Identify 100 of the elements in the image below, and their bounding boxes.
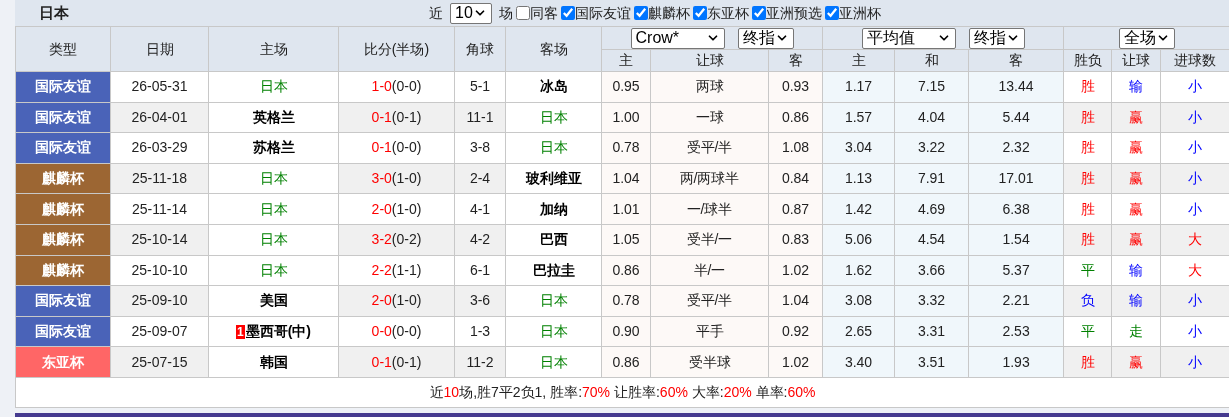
date-cell: 25-10-14 [110,224,209,256]
dropdown-select[interactable]: 全场 [1118,27,1175,49]
score-cell: 3-2(0-2) [338,224,455,256]
odds-cell: 1.62 [822,255,895,286]
odds-cell: 1.02 [768,346,823,378]
odds-cell: 3.22 [894,132,969,164]
odds-cell: 5.44 [968,102,1064,133]
odds-cell: 3.40 [822,346,895,378]
match-type-cell: 国际友谊 [15,71,111,103]
team-cell: 巴西 [505,224,602,256]
score-cell: 0-0(0-0) [338,316,455,347]
corners-cell: 1-3 [454,316,506,347]
odds-cell: 0.87 [768,193,823,225]
result-cell: 赢 [1111,102,1161,133]
odds-cell: 3.04 [822,132,895,164]
match-type-cell: 国际友谊 [15,285,111,317]
result-cell: 小 [1160,102,1229,133]
odds-cell: 1.08 [768,132,823,164]
card-count-badge: 1 [236,325,245,340]
team-cell: 英格兰 [208,102,339,133]
filter-label: 亚洲杯 [839,3,881,23]
odds-cell: 2.32 [968,132,1064,164]
column-header: 客场 [505,26,602,72]
odds-cell: 1.42 [822,193,895,225]
match-type-cell: 国际友谊 [15,316,111,347]
score-cell: 2-0(1-0) [338,193,455,225]
filter-checkbox[interactable] [516,6,530,20]
score-cell: 0-1(0-1) [338,102,455,133]
team-cell: 日本 [505,132,602,164]
odds-cell: 两/两球半 [650,163,769,194]
dropdown-select[interactable]: 终指 [968,27,1025,49]
date-cell: 25-11-18 [110,163,209,194]
odds-cell: 1.02 [768,255,823,286]
odds-cell: 5.37 [968,255,1064,286]
result-cell: 大 [1160,255,1229,286]
odds-cell: 3.66 [894,255,969,286]
filter-checkbox[interactable] [825,6,839,20]
date-cell: 26-05-31 [110,71,209,103]
summary-text: 近10场,胜7平2负1, 胜率:70% 让胜率:60% 大率:20% 单率:60% [429,383,816,400]
odds-cell: 5.06 [822,224,895,256]
odds-cell: 2.53 [968,316,1064,347]
odds-cell: 6.38 [968,193,1064,225]
odds-cell: 7.91 [894,163,969,194]
filter-checkbox[interactable] [693,6,707,20]
odds-cell: 7.15 [894,71,969,103]
column-header: 客 [768,49,823,72]
team-cell: 巴拉圭 [505,255,602,286]
column-header: 胜负 [1063,49,1112,72]
result-cell: 小 [1160,163,1229,194]
column-header: 主 [601,49,651,72]
date-cell: 25-10-10 [110,255,209,286]
odds-cell: 1.13 [822,163,895,194]
odds-cell: 3.31 [894,316,969,347]
result-cell: 走 [1111,316,1161,347]
score-cell: 3-0(1-0) [338,163,455,194]
date-cell: 25-11-14 [110,193,209,225]
odds-cell: 一/球半 [650,193,769,225]
dropdown-select[interactable]: 平均值 [861,27,956,49]
filter-checkbox[interactable] [752,6,766,20]
match-type-cell: 国际友谊 [15,132,111,164]
date-cell: 25-09-07 [110,316,209,347]
match-type-cell: 麒麟杯 [15,224,111,256]
dropdown-select[interactable]: Crow* [630,27,725,49]
team-cell: 日本 [505,316,602,347]
odds-cell: 受半/一 [650,224,769,256]
filter-checkbox[interactable] [634,6,648,20]
odds-cell: 0.83 [768,224,823,256]
team-cell: 日本 [208,224,339,256]
column-header: 客 [968,49,1064,72]
team-cell: 美国 [208,285,339,317]
odds-cell: 受平/半 [650,132,769,164]
odds-cell: 1.04 [601,163,651,194]
odds-cell: 17.01 [968,163,1064,194]
team-cell: 苏格兰 [208,132,339,164]
result-cell: 平 [1063,316,1112,347]
odds-cell: 1.57 [822,102,895,133]
dropdown-select[interactable]: 10 [450,2,492,24]
team-cell: 日本 [208,163,339,194]
score-cell: 2-0(1-0) [338,285,455,317]
corners-cell: 2-4 [454,163,506,194]
result-cell: 小 [1160,132,1229,164]
odds-cell: 3.32 [894,285,969,317]
column-header: 主场 [208,26,339,72]
odds-cell: 3.51 [894,346,969,378]
result-cell: 大 [1160,224,1229,256]
column-header: 比分(半场) [338,26,455,72]
result-cell: 胜 [1063,102,1112,133]
odds-cell: 1.93 [968,346,1064,378]
team-cell: 1墨西哥(中) [208,316,339,347]
filter-label: 麒麟杯 [648,3,690,23]
filter-checkbox[interactable] [561,6,575,20]
odds-cell: 2.65 [822,316,895,347]
dropdown-select[interactable]: 终指 [737,27,794,49]
team-cell: 日本 [208,255,339,286]
team-cell: 日本 [505,102,602,133]
score-cell: 0-1(0-0) [338,132,455,164]
column-header: 日期 [110,26,209,72]
result-cell: 小 [1160,71,1229,103]
odds-cell: 半/一 [650,255,769,286]
odds-cell: 0.86 [601,255,651,286]
